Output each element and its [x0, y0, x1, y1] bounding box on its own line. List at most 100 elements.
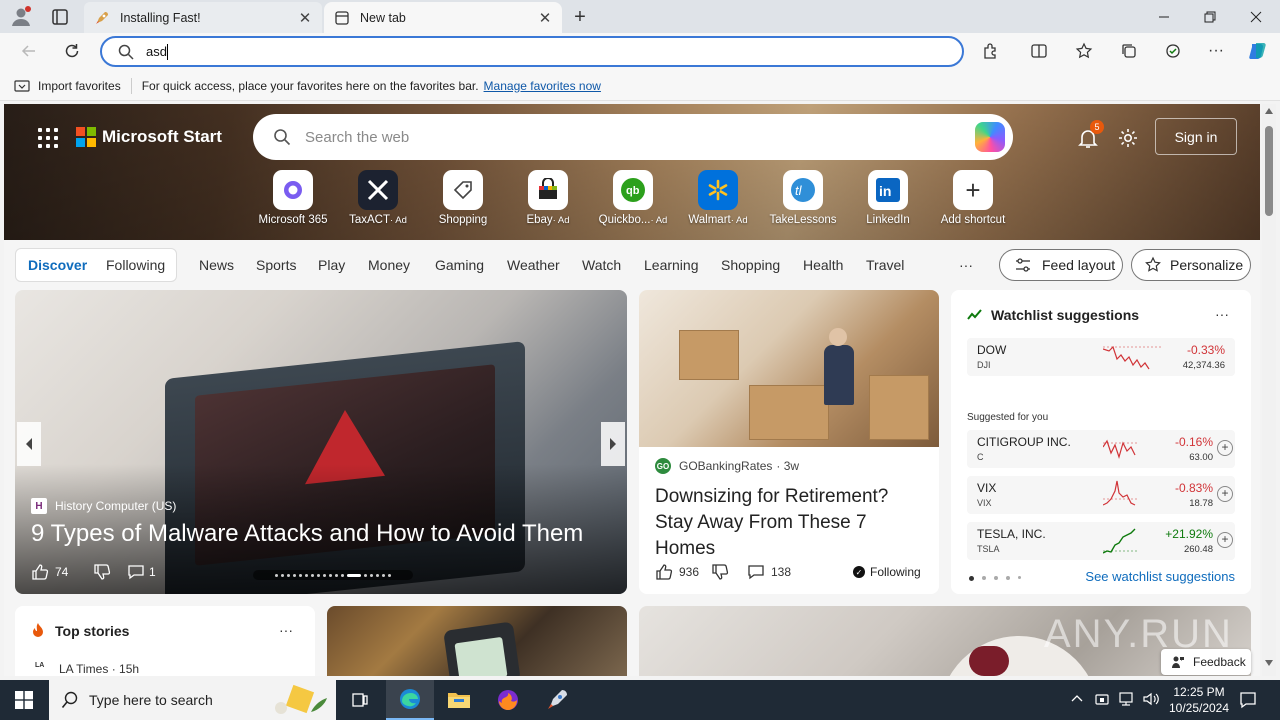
article-card-downsizing[interactable]: GO GOBankingRates · 3w Downsizing for Re… — [639, 290, 939, 594]
security-icon[interactable] — [1094, 691, 1110, 710]
article-card-device[interactable] — [327, 606, 627, 676]
nav-money[interactable]: Money — [368, 257, 410, 273]
profile-avatar[interactable] — [10, 5, 32, 27]
dislike-button[interactable] — [711, 563, 729, 581]
settings-more-icon[interactable]: ··· — [1201, 36, 1231, 66]
carousel-prev-button[interactable] — [17, 422, 41, 466]
stock-row-vix[interactable]: VIX VIX -0.83% 18.78 + — [967, 476, 1235, 514]
feedback-button[interactable]: Feedback — [1161, 649, 1251, 675]
firefox-icon[interactable] — [484, 680, 532, 720]
shortcut-microsoft-365[interactable]: Microsoft 365 — [251, 170, 335, 226]
page-settings-gear-icon[interactable] — [1116, 126, 1140, 150]
dislike-button[interactable] — [93, 563, 111, 581]
browser-essentials-icon[interactable] — [1158, 36, 1188, 66]
watchlist-more-icon[interactable]: ··· — [1215, 306, 1229, 322]
shortcut-taxact[interactable]: TaxACT· Ad — [336, 170, 420, 226]
nav-watch[interactable]: Watch — [582, 257, 621, 273]
close-window-button[interactable] — [1233, 0, 1279, 33]
scrollbar-thumb[interactable] — [1265, 126, 1273, 216]
new-tab-button[interactable]: + — [568, 5, 592, 29]
taskbar-clock[interactable]: 12:25 PM 10/25/2024 — [1162, 684, 1236, 716]
web-search-box[interactable]: Search the web — [253, 114, 1013, 160]
shortcut-takelessons[interactable]: tl TakeLessons — [761, 170, 845, 226]
featured-article-card[interactable]: H History Computer (US) 9 Types of Malwa… — [15, 290, 627, 594]
microsoft-start-logo[interactable]: Microsoft Start — [76, 127, 222, 147]
refresh-icon[interactable] — [57, 36, 87, 66]
add-to-watchlist-icon[interactable]: + — [1217, 440, 1233, 456]
collections-icon[interactable] — [1114, 36, 1144, 66]
task-view-icon[interactable] — [336, 680, 384, 720]
watchlist-pager[interactable] — [969, 576, 1021, 581]
featured-article-title[interactable]: 9 Types of Malware Attacks and How to Av… — [31, 520, 621, 548]
rocket-app-icon[interactable] — [533, 680, 581, 720]
nav-gaming[interactable]: Gaming — [435, 257, 484, 273]
feed-layout-button[interactable]: Feed layout — [999, 249, 1123, 281]
article-source[interactable]: GO GOBankingRates · 3w — [655, 458, 799, 474]
top-stories-more-icon[interactable]: ··· — [279, 622, 293, 638]
restore-button[interactable] — [1187, 0, 1233, 33]
stock-sparkline — [1103, 345, 1163, 370]
shortcut-quickbooks[interactable]: qb Quickbo...· Ad — [591, 170, 675, 226]
sign-in-button[interactable]: Sign in — [1155, 118, 1237, 155]
tab-actions-icon[interactable] — [50, 7, 70, 27]
shortcut-linkedin[interactable]: in LinkedIn — [846, 170, 930, 226]
import-favorites-icon[interactable] — [14, 78, 30, 94]
start-button[interactable] — [0, 680, 48, 720]
copilot-search-icon[interactable] — [975, 122, 1005, 152]
tab-new-tab[interactable]: New tab ✕ — [324, 2, 562, 33]
address-input[interactable]: asd — [146, 44, 167, 59]
show-hidden-icons-chevron-icon[interactable] — [1070, 692, 1084, 709]
nav-weather[interactable]: Weather — [507, 257, 560, 273]
file-explorer-icon[interactable] — [435, 680, 483, 720]
nav-play[interactable]: Play — [318, 257, 345, 273]
stock-row-citigroup[interactable]: CITIGROUP INC. C -0.16% 63.00 + — [967, 430, 1235, 468]
comments-button[interactable]: 138 — [747, 563, 791, 581]
stock-row-tesla[interactable]: TESLA, INC. TSLA +21.92% 260.48 + — [967, 522, 1235, 560]
close-tab-icon[interactable]: ✕ — [294, 7, 316, 29]
extensions-icon[interactable] — [976, 36, 1006, 66]
tab-discover[interactable]: Discover — [28, 257, 87, 273]
add-shortcut-button[interactable]: + Add shortcut — [931, 170, 1015, 226]
stock-row-dow[interactable]: DOW DJI -0.33% 42,374.36 — [967, 338, 1235, 376]
close-tab-icon[interactable]: ✕ — [534, 7, 556, 29]
nav-sports[interactable]: Sports — [256, 257, 296, 273]
like-button[interactable]: 74 — [31, 563, 68, 581]
page-scrollbar[interactable] — [1262, 104, 1276, 676]
nav-learning[interactable]: Learning — [644, 257, 699, 273]
shortcut-shopping[interactable]: Shopping — [421, 170, 505, 226]
nav-health[interactable]: Health — [803, 257, 843, 273]
split-screen-icon[interactable] — [1024, 36, 1054, 66]
shortcut-walmart[interactable]: Walmart· Ad — [676, 170, 760, 226]
address-bar[interactable]: asd — [100, 36, 964, 67]
article-source[interactable]: H History Computer (US) — [31, 498, 176, 514]
add-to-watchlist-icon[interactable]: + — [1217, 532, 1233, 548]
minimize-button[interactable] — [1141, 0, 1187, 33]
app-launcher-icon[interactable] — [38, 128, 58, 148]
volume-icon[interactable] — [1142, 691, 1160, 710]
tab-following[interactable]: Following — [106, 257, 165, 273]
nav-more-icon[interactable]: ··· — [959, 257, 973, 273]
import-favorites-button[interactable]: Import favorites — [38, 79, 121, 93]
favorites-star-icon[interactable] — [1069, 36, 1099, 66]
comments-button[interactable]: 1 — [127, 563, 156, 581]
back-icon[interactable] — [14, 36, 44, 66]
article-title[interactable]: Downsizing for Retirement? Stay Away Fro… — [655, 484, 925, 562]
nav-travel[interactable]: Travel — [866, 257, 904, 273]
nav-news[interactable]: News — [199, 257, 234, 273]
personalize-button[interactable]: Personalize — [1131, 249, 1251, 281]
carousel-next-button[interactable] — [601, 422, 625, 466]
add-to-watchlist-icon[interactable]: + — [1217, 486, 1233, 502]
like-button[interactable]: 936 — [655, 563, 699, 581]
shortcut-ebay[interactable]: Ebay· Ad — [506, 170, 590, 226]
taskbar-search-box[interactable]: Type here to search — [49, 680, 336, 720]
notifications-center-icon[interactable] — [1238, 690, 1258, 713]
carousel-indicator[interactable] — [253, 570, 413, 580]
edge-taskbar-icon[interactable] — [386, 680, 434, 720]
see-watchlist-link[interactable]: See watchlist suggestions — [1085, 569, 1235, 584]
manage-favorites-link[interactable]: Manage favorites now — [484, 79, 601, 93]
tab-installing-fast[interactable]: Installing Fast! ✕ — [84, 2, 322, 33]
network-icon[interactable] — [1118, 691, 1136, 710]
nav-shopping[interactable]: Shopping — [721, 257, 780, 273]
following-indicator[interactable]: ✓ Following — [853, 565, 921, 579]
copilot-icon[interactable] — [1243, 36, 1273, 66]
